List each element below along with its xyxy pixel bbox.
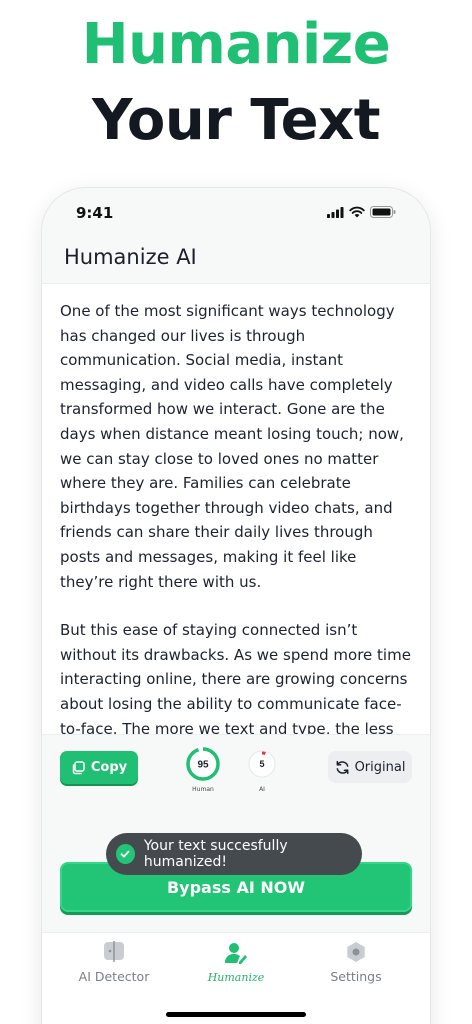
human-score-ring: 95 (186, 747, 220, 781)
ai-score: 5 AI (248, 745, 276, 793)
tab-label: Settings (330, 969, 382, 984)
original-label: Original (354, 759, 406, 775)
tab-bar: AI Detector Humanize Settings (42, 932, 430, 1024)
page-title: Humanize AI (64, 245, 197, 269)
tab-label: Humanize (207, 971, 265, 984)
tab-label: AI Detector (78, 969, 150, 984)
tab-ai-detector[interactable]: AI Detector (54, 941, 174, 984)
toast-message: Your text succesfully humanized! (143, 838, 288, 870)
scan-icon (104, 941, 124, 962)
copy-icon (72, 760, 85, 774)
app-header: Humanize AI (42, 238, 430, 284)
battery-icon (370, 206, 396, 218)
wifi-icon (349, 206, 365, 218)
copy-label: Copy (90, 760, 128, 775)
humanized-text-area[interactable]: One of the most significant ways technol… (42, 285, 430, 734)
human-score-value: 95 (197, 760, 209, 771)
hero-title-line1: Humanize (81, 12, 391, 77)
human-score-label: Human (192, 786, 214, 793)
text-paragraph: One of the most significant ways technol… (60, 302, 404, 591)
home-indicator (166, 1012, 306, 1017)
original-button[interactable]: Original (328, 751, 412, 783)
ai-score-label: AI (259, 786, 265, 793)
status-time: 9:41 (76, 204, 114, 222)
signal-icon (327, 206, 344, 218)
ai-score-ring: 5 (248, 750, 276, 778)
success-toast: Your text succesfully humanized! (106, 833, 362, 875)
check-icon (116, 844, 135, 864)
status-bar: 9:41 (42, 188, 430, 238)
status-icons (327, 206, 396, 218)
gear-icon (347, 942, 365, 962)
tab-settings[interactable]: Settings (296, 941, 416, 984)
action-bar: Copy 95 Human 5 AI Original (42, 734, 430, 802)
copy-button[interactable]: Copy (60, 751, 138, 784)
human-score: 95 Human (184, 745, 222, 793)
phone-frame: 9:41 Humanize AI One of the most signifi… (42, 188, 430, 1024)
text-paragraph: But this ease of staying connected isn’t… (60, 621, 411, 734)
user-edit-icon (224, 943, 247, 964)
refresh-icon (336, 760, 349, 774)
ai-score-value: 5 (259, 759, 264, 769)
hero-title-line2: Your Text (92, 88, 381, 153)
tab-humanize[interactable]: Humanize (176, 941, 296, 984)
